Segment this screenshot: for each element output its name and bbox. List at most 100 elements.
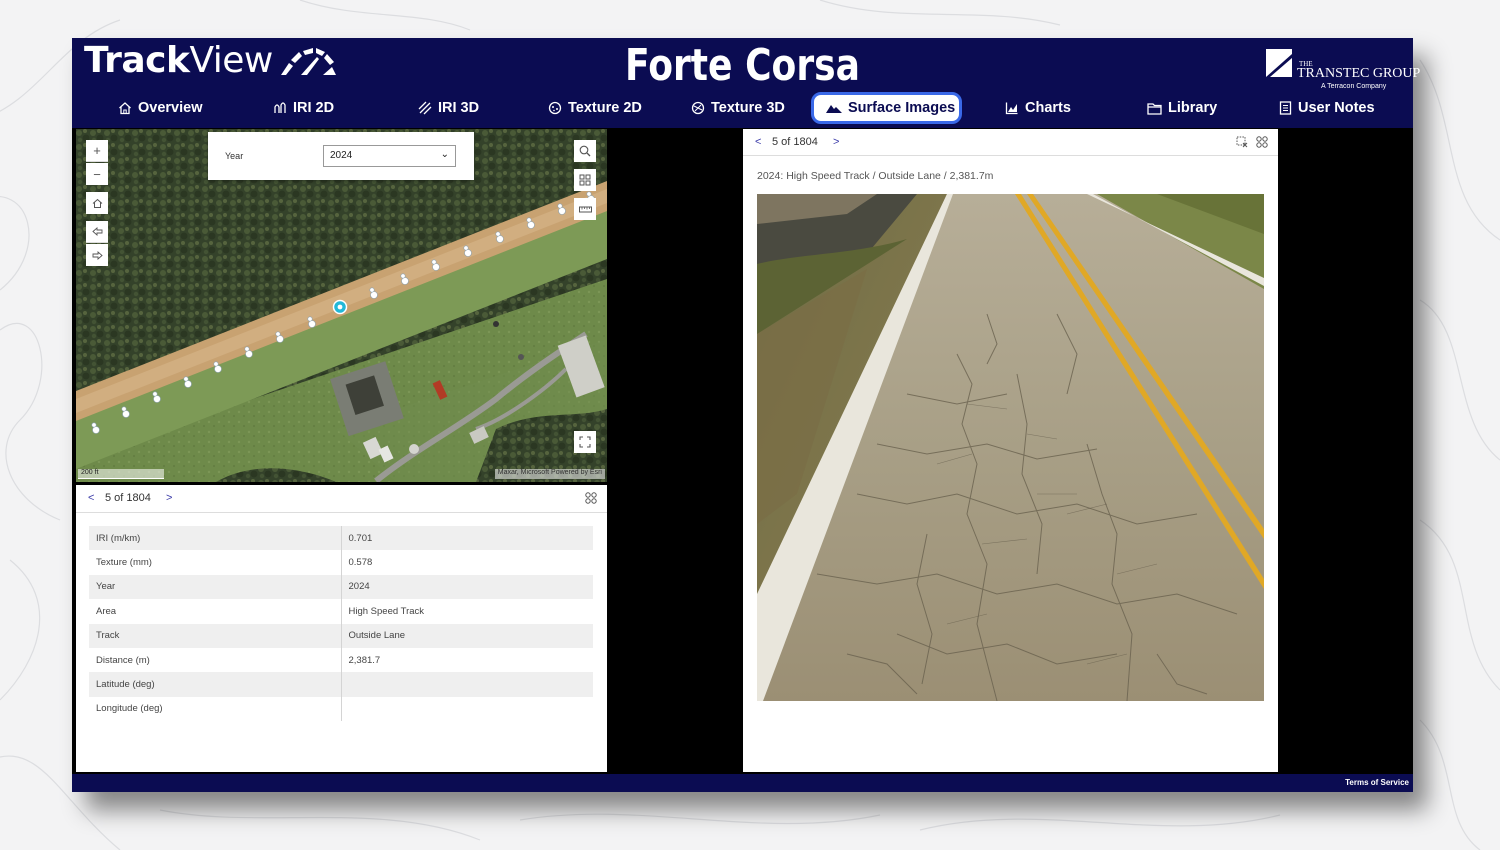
attribute-label: Distance (m) — [89, 647, 342, 673]
surface-image-panel: < 5 of 1804 > 2024: High Speed Track / O… — [743, 129, 1278, 772]
transtec-logo-icon — [1266, 49, 1292, 77]
nav-label: Texture 3D — [711, 100, 785, 116]
record-count: 5 of 1804 — [772, 136, 818, 148]
mountain-icon — [826, 105, 842, 113]
attribute-value: Outside Lane — [341, 623, 593, 648]
attributes-table: IRI (m/km) 0.701 Texture (mm) 0.578 Year 20… — [89, 526, 593, 722]
table-row: Longitude (deg) — [89, 696, 593, 722]
nav-texture-3d[interactable]: Texture 3D — [691, 92, 785, 124]
year-select-value: 2024 — [330, 150, 353, 161]
image-pager: < 5 of 1804 > — [743, 129, 1278, 156]
road-surface-photo[interactable] — [757, 194, 1264, 701]
nav-surface-images[interactable]: Surface Images — [811, 92, 962, 124]
nav-iri-3d[interactable]: IRI 3D — [418, 92, 479, 124]
table-row: Area High Speed Track — [89, 599, 593, 624]
attribute-value — [341, 672, 593, 697]
company-name: TRANSTEC GROUP — [1297, 66, 1421, 81]
clear-selection-icon[interactable] — [1236, 136, 1248, 148]
attribute-value: 2024 — [341, 574, 593, 600]
ruler-icon — [578, 206, 592, 212]
nav-user-notes[interactable]: User Notes — [1279, 92, 1375, 124]
table-row: Latitude (deg) — [89, 672, 593, 697]
home-icon — [119, 102, 131, 115]
main-nav: Overview IRI 2D IRI 3D Texture 2D Textur… — [72, 92, 1413, 124]
map-attribution: Maxar, Microsoft Powered by Esri — [494, 469, 605, 479]
attribute-value: 0.578 — [348, 557, 373, 569]
nav-iri-2d[interactable]: IRI 2D — [273, 92, 334, 124]
fullscreen-icon — [579, 436, 591, 448]
next-button[interactable]: > — [833, 136, 839, 148]
attribute-label: IRI (m/km) — [89, 526, 342, 551]
nav-label: User Notes — [1298, 100, 1375, 116]
scale-bar: 200 ft — [78, 469, 164, 479]
map-view[interactable]: + − Year 2024 ⌄ 200 ft Maxar, Microsoft … — [76, 129, 607, 482]
terms-of-service-link[interactable]: Terms of Service — [1345, 778, 1409, 787]
attributes-panel: < 5 of 1804 > IRI (m/km) 0.701 Texture (m… — [76, 485, 607, 772]
fullscreen-button[interactable] — [574, 431, 596, 453]
arrow-right-icon — [92, 250, 103, 260]
nav-label: Overview — [138, 100, 203, 116]
zoom-out-button[interactable]: − — [86, 163, 108, 185]
track-markers[interactable] — [76, 129, 607, 482]
attribute-label: Texture (mm) — [89, 550, 342, 575]
nav-label: IRI 3D — [438, 100, 480, 116]
search-button[interactable] — [574, 140, 596, 162]
attribute-label: Latitude (deg) — [89, 672, 342, 697]
nav-label: IRI 2D — [293, 100, 335, 116]
attribute-value: 2,381.7 — [348, 654, 381, 666]
nav-texture-2d[interactable]: Texture 2D — [548, 92, 642, 124]
home-icon — [92, 198, 102, 208]
folder-icon — [1147, 102, 1162, 115]
iri-2d-icon — [274, 102, 286, 113]
nav-label: Charts — [1025, 100, 1071, 116]
texture-3d-icon — [691, 101, 705, 115]
app-window: TrackView Forte Corsa THE TRANSTEC GROUP… — [72, 38, 1420, 792]
nav-library[interactable]: Library — [1147, 92, 1217, 124]
nav-charts[interactable]: Charts — [1005, 92, 1071, 124]
attribute-label: Longitude (deg) — [89, 696, 342, 722]
chart-icon — [1005, 102, 1018, 115]
table-row: Year 2024 — [89, 574, 593, 600]
home-extent-button[interactable] — [86, 192, 108, 214]
table-row: Texture (mm) 0.578 — [89, 550, 593, 575]
year-select[interactable]: 2024 ⌄ — [323, 145, 456, 167]
nav-label: Texture 2D — [568, 100, 642, 116]
previous-button[interactable]: < — [755, 136, 761, 148]
basemap-gallery-button[interactable] — [574, 169, 596, 191]
next-button[interactable]: > — [166, 492, 172, 504]
nav-overview[interactable]: Overview — [118, 92, 203, 124]
attributes-pager: < 5 of 1804 > — [76, 485, 607, 513]
image-tools — [1236, 136, 1268, 148]
search-icon — [579, 145, 591, 157]
attribute-label: Area — [89, 599, 342, 624]
texture-2d-icon — [548, 101, 562, 115]
year-label: Year — [225, 151, 244, 161]
brand-name-bold: Track — [84, 39, 190, 81]
header: TrackView Forte Corsa THE TRANSTEC GROUP… — [72, 38, 1420, 128]
measure-button[interactable] — [574, 198, 596, 220]
nav-label: Surface Images — [848, 100, 956, 116]
previous-button[interactable]: < — [88, 492, 94, 504]
table-row: Distance (m) 2,381.7 — [89, 647, 593, 673]
attribute-value: 0.701 — [341, 526, 593, 551]
previous-extent-button[interactable] — [86, 221, 108, 243]
attribute-label: Track — [89, 623, 342, 648]
iri-3d-icon — [418, 101, 432, 115]
image-caption: 2024: High Speed Track / Outside Lane / … — [757, 170, 994, 182]
company-sub: A Terracon Company — [1321, 83, 1387, 90]
footer: Terms of Service — [72, 774, 1413, 792]
chevron-down-icon: ⌄ — [440, 149, 449, 160]
app-title: Forte Corsa — [625, 40, 860, 91]
table-row: Track Outside Lane — [89, 623, 593, 648]
next-extent-button[interactable] — [86, 244, 108, 266]
notes-icon — [1279, 101, 1292, 115]
grid-view-icon[interactable] — [585, 492, 597, 504]
zoom-in-button[interactable]: + — [86, 140, 108, 162]
company-logo: THE TRANSTEC GROUP A Terracon Company — [1265, 46, 1420, 92]
attribute-value — [341, 697, 593, 721]
attribute-value: High Speed Track — [348, 605, 425, 617]
grid-view-icon[interactable] — [1256, 136, 1268, 148]
arrow-left-icon — [91, 227, 102, 236]
grid-icon — [579, 174, 591, 186]
table-row: IRI (m/km) 0.701 — [89, 526, 593, 551]
